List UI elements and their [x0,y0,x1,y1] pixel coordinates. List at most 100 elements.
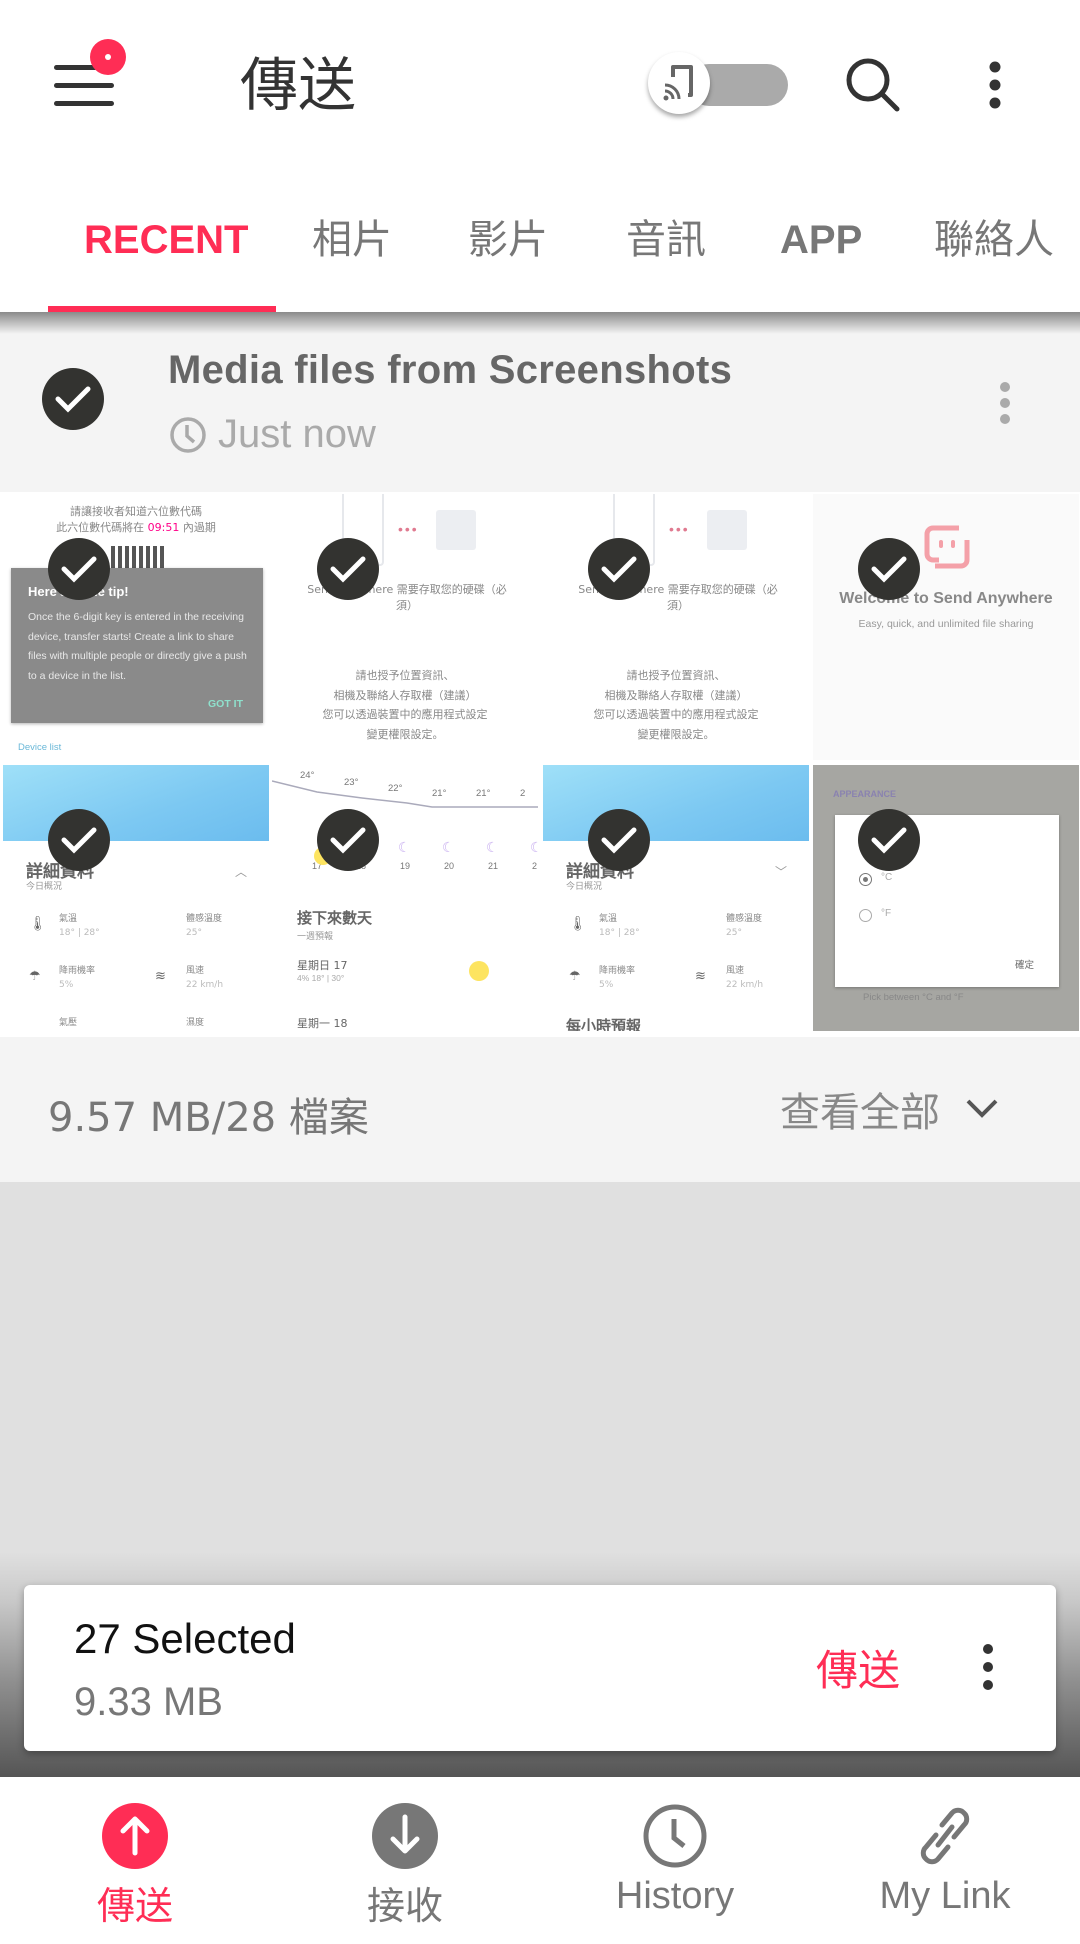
tip-body: Once the 6-digit key is entered in the r… [28,611,247,682]
thumbnail-item[interactable]: Welcome to Send Anywhere Easy, quick, an… [813,494,1079,760]
menu-icon-line [54,101,114,106]
group-size-summary: 9.57 MB/28 檔案 [48,1095,369,1141]
bottom-navigation: 傳送 接收 History My Link [0,1777,1080,1944]
cast-toggle[interactable] [648,52,788,118]
dots-illustration: ••• [669,521,690,537]
tip-dialog: Here's some tip! Once the 6-digit key is… [11,568,263,723]
tab-contacts[interactable]: 聯絡人 [934,215,1054,265]
tab-audio[interactable]: 音訊 [626,215,706,265]
radio-fahrenheit [859,909,872,922]
group-title: Media files from Screenshots [168,348,733,392]
view-all-label: 查看全部 [780,1090,940,1136]
thumbnail-item[interactable]: 24°23°22°21°21°2 171819☾20☾21☾2☾ 接下來數天 一… [272,765,538,1031]
group-more-button[interactable] [990,382,1020,432]
tab-photos[interactable]: 相片 [312,215,392,265]
forecast-day: 星期日 17 [297,959,348,972]
permission-body: 請也授予位置資訊、 相機及聯絡人存取權（建議） 您可以透過裝置中的應用程式設定 變更權… [593,669,759,741]
item-select-checkbox[interactable] [588,809,650,871]
thumbnail-item[interactable]: ••• Send Anywhere 需要存取您的硬碟（必須） 請也授予位置資訊、… [543,494,809,760]
thumb-code-expiry: 此六位數代碼將在 09:51 內過期 [56,521,216,534]
item-select-checkbox[interactable] [858,809,920,871]
hourly-temp: 23° [344,777,359,788]
thumbnail-item[interactable]: ••• Send Anywhere 需要存取您的硬碟（必須） 請也授予位置資訊、… [272,494,538,760]
more-dot [983,1644,993,1654]
tabs-shadow [0,312,1080,334]
umbrella-icon: ☂ [569,968,581,983]
checkmark-icon [601,556,637,583]
stat-value: 25° [726,928,742,938]
moon-icon: ☾ [530,839,538,855]
thumbnail-item[interactable]: 詳細資料 今日概況 ︿ 氣溫 18° | 28° 體感溫度 25° 降雨機率 5… [3,765,269,1031]
permission-body: 請也授予位置資訊、 相機及聯絡人存取權（建議） 您可以透過裝置中的應用程式設定 變更權… [322,669,488,741]
download-circle-icon [372,1803,438,1869]
tab-recent[interactable]: RECENT [84,215,248,265]
thumbnail-grid: 請讓接收者知道六位數代碼 此六位數代碼將在 09:51 內過期 Here's s… [0,492,1080,1037]
weather-subheading: 今日概況 [566,882,603,892]
more-dot [1000,414,1010,424]
send-anywhere-logo-icon [924,525,970,569]
radio-label: °C [881,872,893,883]
notification-badge [90,39,126,75]
tab-app[interactable]: APP [780,215,862,265]
item-select-checkbox[interactable] [317,538,379,600]
more-options-button[interactable] [960,50,1030,120]
search-button[interactable] [838,50,908,120]
lock-illustration [436,510,476,550]
nav-label: 傳送 [96,1884,173,1928]
page-title: 傳送 [240,51,357,119]
weather-banner [3,765,269,841]
app-bar: 傳送 [0,0,1080,170]
item-select-checkbox[interactable] [48,538,110,600]
nav-receive[interactable]: 接收 [270,1777,540,1944]
forecast-subheading: 一週預報 [297,932,334,942]
toggle-knob[interactable] [648,52,710,114]
thumbnail-item[interactable]: 請讓接收者知道六位數代碼 此六位數代碼將在 09:51 內過期 Here's s… [3,494,269,760]
nav-history[interactable]: History [540,1777,810,1944]
upload-circle-icon [102,1803,168,1869]
welcome-subtitle: Easy, quick, and unlimited file sharing [858,618,1034,630]
hourly-temp: 24° [300,770,315,781]
selection-more-button[interactable] [978,1642,998,1692]
search-icon [846,58,900,112]
weather-banner [543,765,809,841]
chevron-down-icon [966,1099,998,1118]
more-dot [1000,382,1010,392]
item-select-checkbox[interactable] [858,538,920,600]
nav-send[interactable]: 傳送 [0,1777,270,1944]
nav-my-link[interactable]: My Link [810,1777,1080,1944]
view-all-button[interactable]: 查看全部 [780,1081,1000,1137]
stat-label: 氣壓 [59,1018,78,1028]
forecast-day-detail: 4% 18° | 30° [297,973,345,983]
checkmark-icon [55,386,91,413]
group-select-checkbox[interactable] [42,368,104,430]
weather-subheading: 今日概況 [26,882,63,892]
stat-value: 22 km/h [186,980,224,990]
tab-videos[interactable]: 影片 [468,215,548,265]
more-dot [983,1680,993,1690]
moon-icon: ☾ [486,839,499,855]
checkmark-icon [871,827,907,854]
moon-icon: ☾ [398,839,411,855]
thumbnail-item[interactable]: APPEARANCE Pick between °C and °F °C °F … [813,765,1079,1031]
hourly-temp: 21° [432,788,447,799]
item-select-checkbox[interactable] [588,538,650,600]
item-select-checkbox[interactable] [317,809,379,871]
hourly-temp: 22° [388,783,403,794]
moon-icon: ☾ [442,839,455,855]
forecast-day: 星期一 18 [297,1017,348,1030]
expand-chevron-icon: ﹀ [775,865,788,879]
stat-value: 5% [59,980,74,990]
forecast-heading: 接下來數天 [297,909,373,927]
stat-label: 濕度 [186,1018,205,1028]
item-select-checkbox[interactable] [48,809,110,871]
stat-value: 18° | 28° [59,928,100,938]
send-button[interactable]: 傳送 [816,1637,900,1698]
lock-illustration [707,510,747,550]
sun-icon [469,961,489,981]
welcome-title: Welcome to Send Anywhere [839,590,1053,607]
menu-button[interactable] [50,39,130,120]
more-dot [983,1662,993,1672]
device-list-label: Device list [18,742,62,753]
checkmark-icon [601,827,637,854]
thumbnail-item[interactable]: 詳細資料 今日概況 ﹀ 氣溫 18° | 28° 體感溫度 25° 降雨機率 5… [543,765,809,1031]
